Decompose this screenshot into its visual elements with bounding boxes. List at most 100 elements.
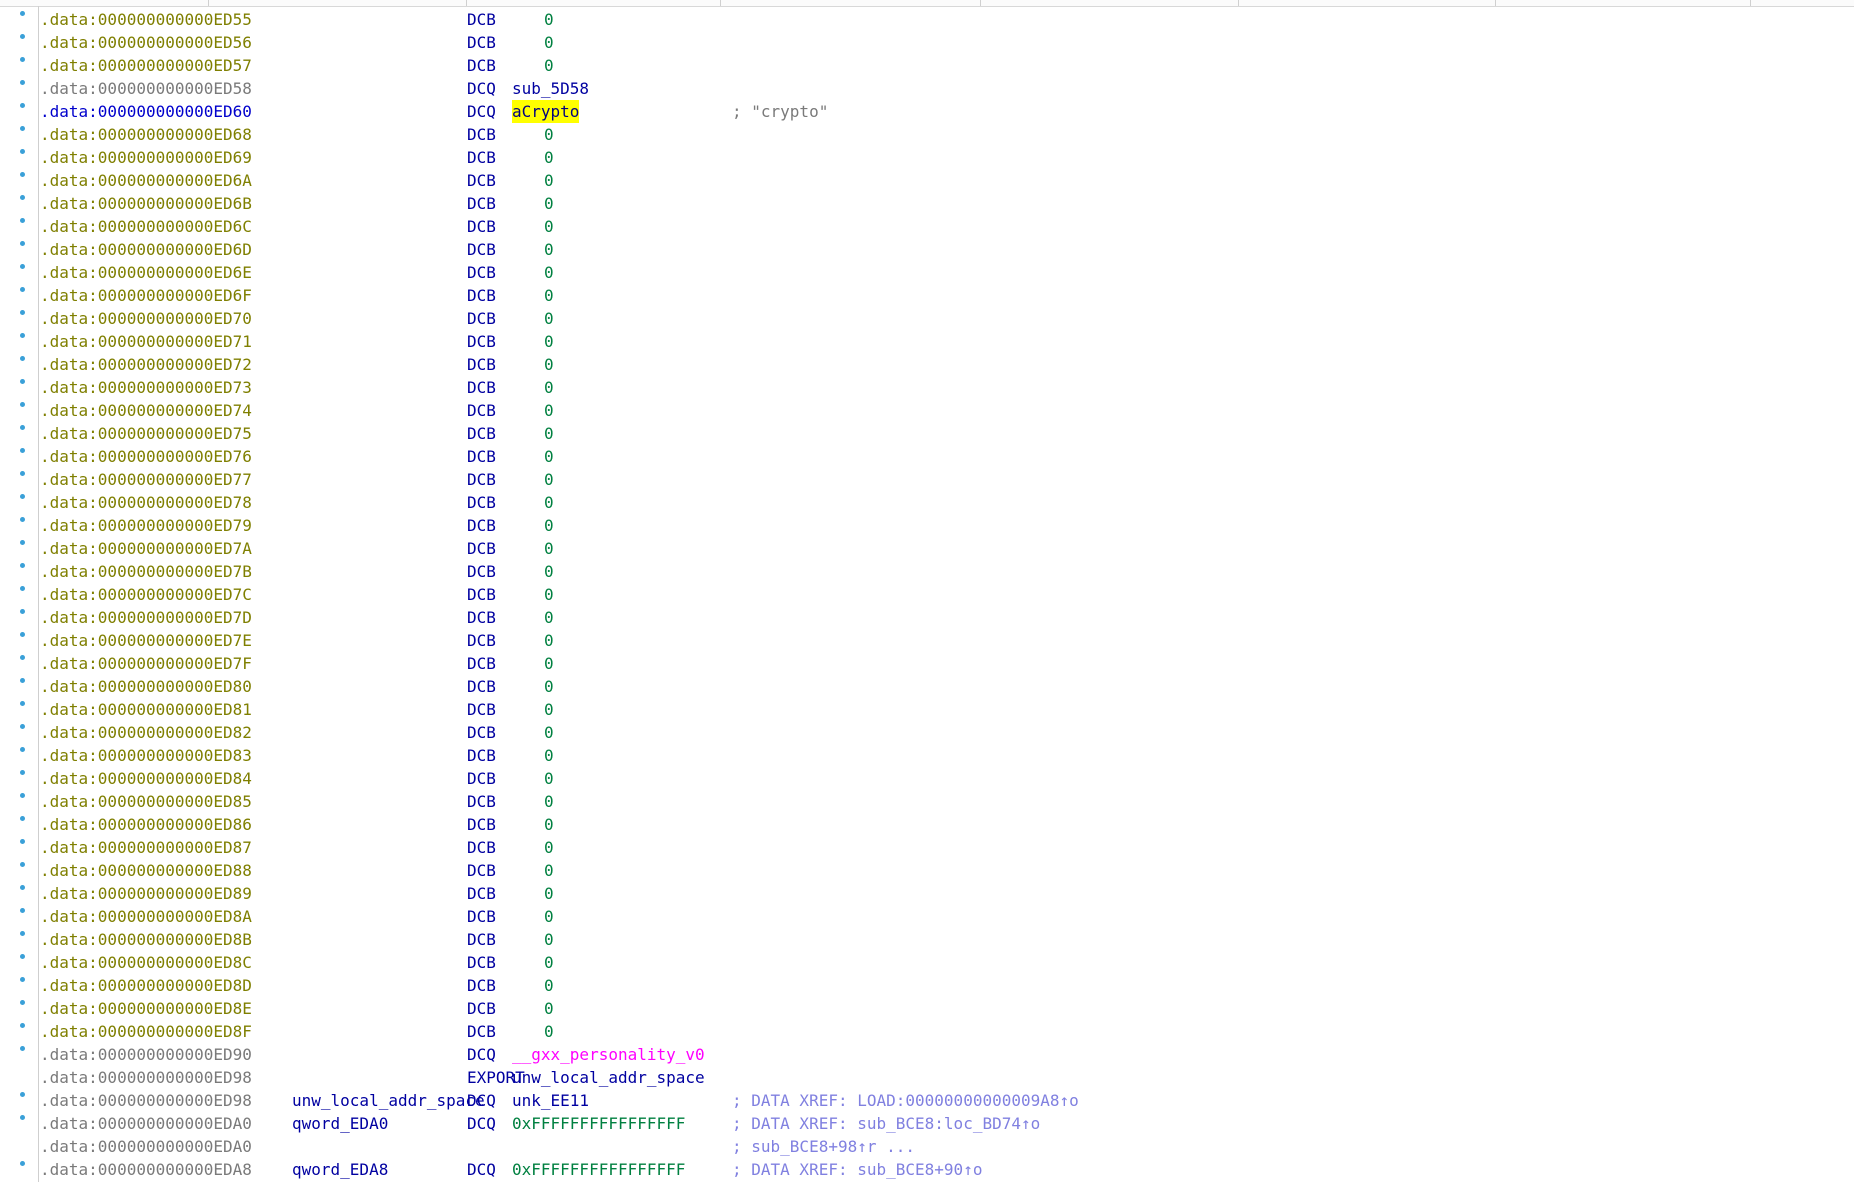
address-text[interactable]: .data:000000000000ED58 (40, 77, 252, 100)
address-text[interactable]: .data:000000000000ED81 (40, 698, 252, 721)
listing-row[interactable]: .data:000000000000ED82 DCB 0 (0, 721, 1854, 744)
listing-row[interactable]: .data:000000000000ED7B DCB 0 (0, 560, 1854, 583)
listing-row[interactable]: .data:000000000000ED79 DCB 0 (0, 514, 1854, 537)
operand-text[interactable]: unk_EE11 (512, 1089, 589, 1112)
listing-row[interactable]: .data:000000000000EDA0 ; sub_BCE8+98↑r ..… (0, 1135, 1854, 1158)
listing-row[interactable]: .data:000000000000ED98 EXPORT unw_local_ad… (0, 1066, 1854, 1089)
listing-row[interactable]: .data:000000000000ED87 DCB 0 (0, 836, 1854, 859)
operand-text[interactable]: __gxx_personality_v0 (512, 1043, 705, 1066)
address-text[interactable]: .data:000000000000ED71 (40, 330, 252, 353)
address-text[interactable]: .data:000000000000ED60 (40, 100, 252, 123)
listing-row[interactable]: .data:000000000000ED6F DCB 0 (0, 284, 1854, 307)
address-text[interactable]: .data:000000000000ED73 (40, 376, 252, 399)
listing-row[interactable]: .data:000000000000ED80 DCB 0 (0, 675, 1854, 698)
address-text[interactable]: .data:000000000000EDA0 (40, 1112, 252, 1135)
address-text[interactable]: .data:000000000000ED84 (40, 767, 252, 790)
listing-row[interactable]: .data:000000000000ED71 DCB 0 (0, 330, 1854, 353)
listing-row[interactable]: .data:000000000000ED6C DCB 0 (0, 215, 1854, 238)
address-text[interactable]: .data:000000000000ED7D (40, 606, 252, 629)
listing-row[interactable]: .data:000000000000ED81 DCB 0 (0, 698, 1854, 721)
address-text[interactable]: .data:000000000000ED8C (40, 951, 252, 974)
operand-text[interactable]: aCrypto (512, 100, 580, 123)
address-text[interactable]: .data:000000000000ED8E (40, 997, 252, 1020)
listing-row[interactable]: .data:000000000000ED57 DCB 0 (0, 54, 1854, 77)
listing-row[interactable]: .data:000000000000ED8E DCB 0 (0, 997, 1854, 1020)
listing-row[interactable]: .data:000000000000ED68 DCB 0 (0, 123, 1854, 146)
symbol-label[interactable]: unw_local_addr_space (292, 1089, 485, 1112)
address-text[interactable]: .data:000000000000ED56 (40, 31, 252, 54)
listing-row[interactable]: .data:000000000000ED7F DCB 0 (0, 652, 1854, 675)
listing-row[interactable]: .data:000000000000ED7C DCB 0 (0, 583, 1854, 606)
address-text[interactable]: .data:000000000000ED8A (40, 905, 252, 928)
listing-row[interactable]: .data:000000000000ED88 DCB 0 (0, 859, 1854, 882)
address-text[interactable]: .data:000000000000ED8D (40, 974, 252, 997)
operand-text[interactable]: sub_5D58 (512, 77, 589, 100)
address-text[interactable]: .data:000000000000EDA8 (40, 1158, 252, 1181)
listing-row[interactable]: .data:000000000000ED6E DCB 0 (0, 261, 1854, 284)
address-text[interactable]: .data:000000000000ED85 (40, 790, 252, 813)
listing-row[interactable]: .data:000000000000ED74 DCB 0 (0, 399, 1854, 422)
listing-row[interactable]: .data:000000000000ED75 DCB 0 (0, 422, 1854, 445)
address-text[interactable]: .data:000000000000ED6E (40, 261, 252, 284)
listing-row[interactable]: .data:000000000000ED6A DCB 0 (0, 169, 1854, 192)
address-text[interactable]: .data:000000000000ED7A (40, 537, 252, 560)
address-text[interactable]: .data:000000000000ED69 (40, 146, 252, 169)
address-text[interactable]: .data:000000000000ED76 (40, 445, 252, 468)
operand-text[interactable]: unw_local_addr_space (512, 1066, 705, 1089)
address-text[interactable]: .data:000000000000ED82 (40, 721, 252, 744)
listing-row[interactable]: .data:000000000000ED77 DCB 0 (0, 468, 1854, 491)
address-text[interactable]: .data:000000000000ED98 (40, 1066, 252, 1089)
address-text[interactable]: .data:000000000000ED90 (40, 1043, 252, 1066)
listing-row[interactable]: .data:000000000000ED56 DCB 0 (0, 31, 1854, 54)
address-text[interactable]: .data:000000000000ED7E (40, 629, 252, 652)
address-text[interactable]: .data:000000000000ED57 (40, 54, 252, 77)
listing-row[interactable]: .data:000000000000ED58 DCQ sub_5D58 (0, 77, 1854, 100)
address-text[interactable]: .data:000000000000ED78 (40, 491, 252, 514)
address-text[interactable]: .data:000000000000ED70 (40, 307, 252, 330)
listing-row[interactable]: .data:000000000000ED8D DCB 0 (0, 974, 1854, 997)
listing-row[interactable]: .data:000000000000ED69 DCB 0 (0, 146, 1854, 169)
address-text[interactable]: .data:000000000000ED89 (40, 882, 252, 905)
address-text[interactable]: .data:000000000000ED6D (40, 238, 252, 261)
listing-row[interactable]: .data:000000000000ED70 DCB 0 (0, 307, 1854, 330)
address-text[interactable]: .data:000000000000ED7C (40, 583, 252, 606)
address-text[interactable]: .data:000000000000ED98 (40, 1089, 252, 1112)
listing-row[interactable]: .data:000000000000ED89 DCB 0 (0, 882, 1854, 905)
listing-row[interactable]: .data:000000000000ED8A DCB 0 (0, 905, 1854, 928)
address-text[interactable]: .data:000000000000ED6F (40, 284, 252, 307)
address-text[interactable]: .data:000000000000ED80 (40, 675, 252, 698)
listing-row[interactable]: .data:000000000000ED8C DCB 0 (0, 951, 1854, 974)
address-text[interactable]: .data:000000000000ED6A (40, 169, 252, 192)
listing-row[interactable]: .data:000000000000ED78 DCB 0 (0, 491, 1854, 514)
listing-row[interactable]: .data:000000000000EDA0 qword_EDA0 DCQ 0xFFF… (0, 1112, 1854, 1135)
symbol-label[interactable]: qword_EDA8 (292, 1158, 388, 1181)
symbol-label[interactable]: qword_EDA0 (292, 1112, 388, 1135)
address-text[interactable]: .data:000000000000ED87 (40, 836, 252, 859)
address-text[interactable]: .data:000000000000ED88 (40, 859, 252, 882)
address-text[interactable]: .data:000000000000ED7F (40, 652, 252, 675)
listing-row[interactable]: .data:000000000000ED86 DCB 0 (0, 813, 1854, 836)
listing-row[interactable]: .data:000000000000ED8B DCB 0 (0, 928, 1854, 951)
address-text[interactable]: .data:000000000000ED77 (40, 468, 252, 491)
listing-row[interactable]: .data:000000000000ED84 DCB 0 (0, 767, 1854, 790)
address-text[interactable]: .data:000000000000ED7B (40, 560, 252, 583)
address-text[interactable]: .data:000000000000ED86 (40, 813, 252, 836)
address-text[interactable]: .data:000000000000ED79 (40, 514, 252, 537)
listing-row[interactable]: .data:000000000000ED6D DCB 0 (0, 238, 1854, 261)
listing-row[interactable]: .data:000000000000EDA8 qword_EDA8 DCQ 0xFFF… (0, 1158, 1854, 1181)
disassembly-listing[interactable]: .data:000000000000ED55 DCB 0 .data:00000000… (0, 8, 1854, 1181)
address-text[interactable]: .data:000000000000ED6C (40, 215, 252, 238)
address-text[interactable]: .data:000000000000ED72 (40, 353, 252, 376)
address-text[interactable]: .data:000000000000ED74 (40, 399, 252, 422)
address-text[interactable]: .data:000000000000ED83 (40, 744, 252, 767)
address-text[interactable]: .data:000000000000ED75 (40, 422, 252, 445)
address-text[interactable]: .data:000000000000ED6B (40, 192, 252, 215)
listing-row[interactable]: .data:000000000000ED7E DCB 0 (0, 629, 1854, 652)
listing-row[interactable]: .data:000000000000ED98 unw_local_addr_spa… (0, 1089, 1854, 1112)
address-text[interactable]: .data:000000000000EDA0 (40, 1135, 252, 1158)
listing-row[interactable]: .data:000000000000ED76 DCB 0 (0, 445, 1854, 468)
listing-row[interactable]: .data:000000000000ED85 DCB 0 (0, 790, 1854, 813)
address-text[interactable]: .data:000000000000ED8F (40, 1020, 252, 1043)
address-text[interactable]: .data:000000000000ED68 (40, 123, 252, 146)
listing-row[interactable]: .data:000000000000ED83 DCB 0 (0, 744, 1854, 767)
